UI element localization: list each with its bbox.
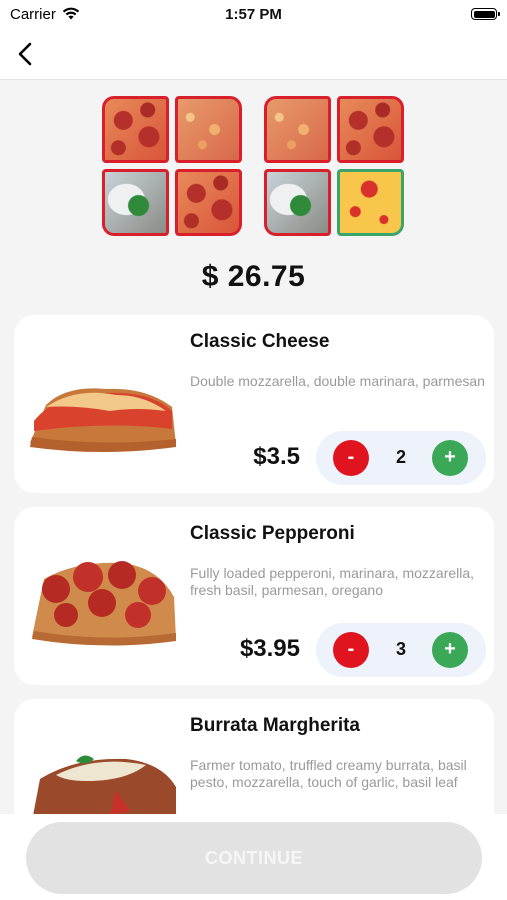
quantity-stepper: - 3 + <box>316 623 486 677</box>
increase-quantity-button[interactable]: + <box>432 632 468 668</box>
status-bar: Carrier 1:57 PM <box>0 0 507 30</box>
navigation-bar <box>0 30 507 80</box>
product-description: Farmer tomato, truffled creamy burrata, … <box>190 757 467 790</box>
continue-button[interactable]: CONTINUE <box>26 822 482 894</box>
tray-slot-cheese[interactable] <box>264 96 331 163</box>
battery-icon <box>471 8 500 20</box>
product-card-classic-cheese: Classic Cheese Double mozzarella, double… <box>14 315 494 493</box>
product-description: Fully loaded pepperoni, marinara, mozzar… <box>190 565 475 598</box>
quantity-value: 2 <box>395 447 406 467</box>
decrease-quantity-button[interactable]: - <box>333 440 369 476</box>
quantity-value: 3 <box>395 639 406 659</box>
status-time: 1:57 PM <box>225 6 282 23</box>
tray-slot-cheese[interactable] <box>175 96 242 163</box>
burrata-margherita-pizza-image <box>32 755 176 821</box>
product-name: Classic Pepperoni <box>190 523 355 544</box>
product-price: $3.95 <box>239 635 300 662</box>
chevron-left-icon[interactable] <box>10 38 42 70</box>
tray-slot-burrata[interactable] <box>264 169 331 236</box>
quantity-stepper: - 2 + <box>316 431 486 485</box>
tray-slot-pepperoni[interactable] <box>337 96 404 163</box>
tray-slot-burrata[interactable] <box>102 169 169 236</box>
pizza-tray-left <box>102 96 244 238</box>
tray-slot-pepperoni[interactable] <box>102 96 169 163</box>
product-description: Double mozzarella, double marinara, parm… <box>190 373 485 389</box>
bottom-action-bar: CONTINUE <box>0 814 507 900</box>
classic-cheese-pizza-image <box>30 388 176 452</box>
product-name: Classic Cheese <box>190 331 330 352</box>
total-price: $ 26.75 <box>201 260 306 293</box>
increase-quantity-button[interactable]: + <box>432 440 468 476</box>
product-price: $3.5 <box>253 443 300 470</box>
tray-slot-pepperoni[interactable] <box>175 169 242 236</box>
pizza-tray-right <box>264 96 406 238</box>
tray-slot-empty-pizza-icon[interactable] <box>337 169 404 236</box>
product-card-classic-pepperoni: Classic Pepperoni Fully loaded pepperoni… <box>14 507 494 685</box>
classic-pepperoni-pizza-image <box>32 561 176 646</box>
product-name: Burrata Margherita <box>190 715 360 736</box>
decrease-quantity-button[interactable]: - <box>333 632 369 668</box>
